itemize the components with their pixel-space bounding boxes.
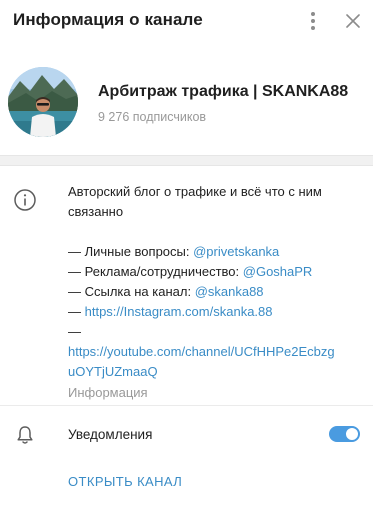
notifications-toggle[interactable] xyxy=(329,426,360,442)
ads-contact-line: — Реклама/сотрудничество: @GoshaPR xyxy=(68,264,313,279)
more-options-button[interactable] xyxy=(302,8,324,34)
youtube-link-continued[interactable]: uOYTjUZmaaQ xyxy=(68,362,364,382)
description-line: Авторский блог о трафике и всё что с ним xyxy=(68,184,322,199)
channel-username-link[interactable]: @skanka88 xyxy=(195,284,264,299)
close-button[interactable] xyxy=(340,8,366,34)
close-icon xyxy=(346,14,360,28)
notifications-separator xyxy=(0,405,373,406)
ads-contact-link[interactable]: @GoshaPR xyxy=(243,264,313,279)
youtube-dash: — xyxy=(68,324,81,339)
open-channel-button[interactable]: ОТКРЫТЬ КАНАЛ xyxy=(68,474,182,489)
info-icon xyxy=(14,189,36,211)
more-vertical-icon xyxy=(311,12,315,30)
instagram-line: — https://Instagram.com/skanka.88 xyxy=(68,304,273,319)
personal-contact-link[interactable]: @privetskanka xyxy=(193,244,279,259)
channel-description: Авторский блог о трафике и всё что с ним… xyxy=(68,182,364,403)
info-caption: Информация xyxy=(68,385,148,400)
youtube-link[interactable]: https://youtube.com/channel/UCfHHPe2Ecbz… xyxy=(68,342,364,362)
notifications-label: Уведомления xyxy=(68,427,153,442)
toggle-knob xyxy=(345,427,359,441)
channel-avatar[interactable] xyxy=(8,67,78,137)
section-divider xyxy=(0,155,373,166)
bell-icon xyxy=(17,426,33,444)
channel-name: Арбитраж трафика | SKANKA88 xyxy=(98,83,349,100)
channel-info-panel: Информация о канале Арбитраж трафика | S… xyxy=(0,0,373,507)
subscriber-count: 9 276 подписчиков xyxy=(98,110,207,124)
avatar-photo-icon xyxy=(8,67,78,137)
description-line: связанно xyxy=(68,204,124,219)
channel-link-line: — Ссылка на канал: @skanka88 xyxy=(68,284,264,299)
personal-contact-line: — Личные вопросы: @privetskanka xyxy=(68,244,280,259)
instagram-link[interactable]: https://Instagram.com/skanka.88 xyxy=(85,304,273,319)
panel-header: Информация о канале xyxy=(0,0,373,44)
panel-title: Информация о канале xyxy=(13,10,203,29)
channel-profile: Арбитраж трафика | SKANKA88 9 276 подпис… xyxy=(0,56,373,152)
